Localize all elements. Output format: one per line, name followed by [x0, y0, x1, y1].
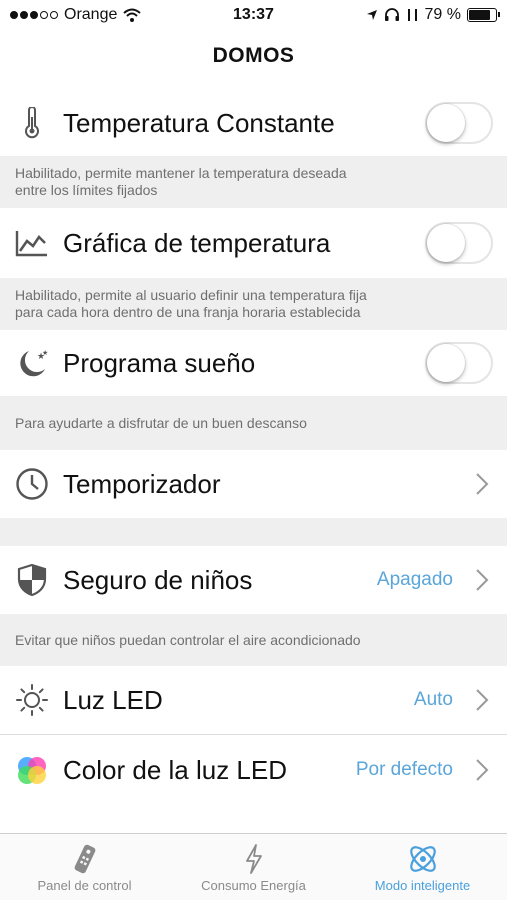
headphones-icon [384, 8, 399, 21]
svg-text:★: ★ [42, 349, 48, 357]
atom-icon [406, 842, 440, 876]
tab-label: Panel de control [37, 878, 132, 893]
tab-label: Consumo Energía [201, 878, 306, 893]
status-bar: Orange 13:37 79 % [0, 0, 507, 30]
chevron-right-icon [476, 473, 489, 495]
tab-consumo-energia[interactable]: Consumo Energía [169, 834, 338, 900]
battery-icon [467, 8, 500, 22]
chevron-right-icon [476, 569, 489, 591]
shield-icon [15, 563, 49, 597]
setting-value: Por defecto [355, 759, 453, 780]
clock-icon [15, 467, 49, 501]
setting-grafica-temperatura: Gráfica de temperatura [0, 208, 507, 278]
setting-label: Seguro de niños [63, 564, 253, 595]
tab-panel-de-control[interactable]: Panel de control [0, 834, 169, 900]
section-gap [0, 518, 507, 546]
color-wheel-icon [15, 753, 49, 787]
page-title: DOMOS [212, 44, 295, 67]
chevron-right-icon [476, 689, 489, 711]
setting-seguro-ninos[interactable]: Seguro de niños Apagado [0, 546, 507, 614]
setting-description: Habilitado, permite al usuario definir u… [0, 278, 507, 330]
moon-stars-icon: ★ ★ [15, 346, 49, 380]
setting-value: Apagado [376, 569, 453, 590]
setting-color-luz-led[interactable]: Color de la luz LED Por defecto [0, 735, 507, 805]
setting-label: Luz LED [63, 684, 163, 715]
tab-label: Modo inteligente [374, 878, 471, 893]
setting-label: Programa sueño [63, 347, 256, 378]
setting-temporizador[interactable]: Temporizador [0, 450, 507, 518]
remote-icon [68, 842, 102, 876]
setting-value: Auto [413, 689, 453, 710]
thermometer-icon [15, 106, 49, 140]
setting-label: Temperatura Constante [63, 107, 335, 138]
temperatura-constante-toggle[interactable] [425, 102, 493, 144]
tab-bar: Panel de control Consumo Energía Modo in… [0, 833, 507, 900]
setting-luz-led[interactable]: Luz LED Auto [0, 666, 507, 734]
setting-temperatura-constante: Temperatura Constante [0, 90, 507, 156]
alarm-icon [407, 9, 417, 21]
programa-sueno-toggle[interactable] [425, 342, 493, 384]
setting-label: Gráfica de temperatura [63, 227, 331, 258]
chevron-right-icon [476, 759, 489, 781]
chart-icon [15, 226, 49, 260]
setting-programa-sueno: ★ ★ Programa sueño [0, 330, 507, 396]
setting-label: Temporizador [63, 468, 221, 499]
location-arrow-icon [366, 10, 377, 20]
lightning-icon [237, 842, 271, 876]
sun-icon [15, 683, 49, 717]
setting-description: Para ayudarte a disfrutar de un buen des… [0, 396, 507, 450]
setting-description: Habilitado, permite mantener la temperat… [0, 156, 507, 208]
grafica-temperatura-toggle[interactable] [425, 222, 493, 264]
battery-percent: 79 % [424, 6, 461, 23]
tab-modo-inteligente[interactable]: Modo inteligente [338, 834, 507, 900]
setting-description: Evitar que niños puedan controlar el air… [0, 614, 507, 666]
setting-label: Color de la luz LED [63, 754, 287, 785]
